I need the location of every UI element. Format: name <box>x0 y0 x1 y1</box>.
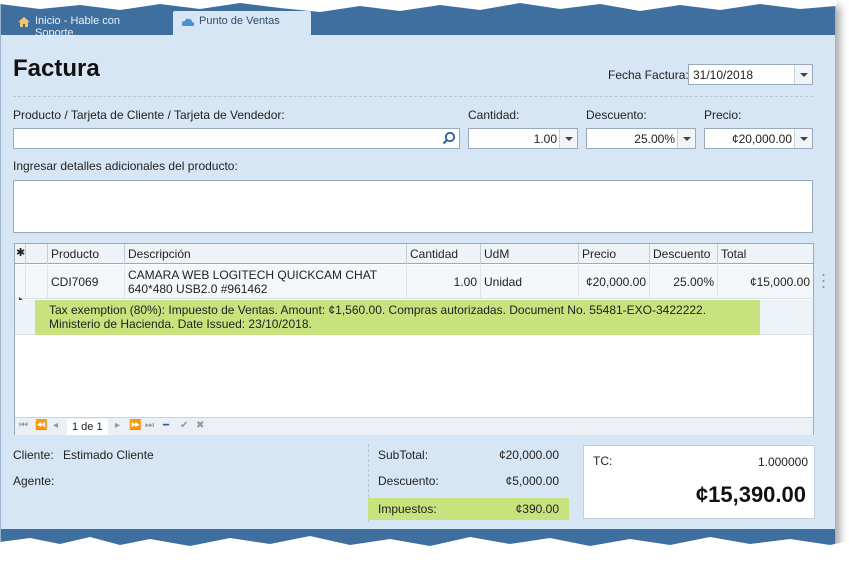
subtotal-label: SubTotal: <box>378 448 429 462</box>
cell-udm[interactable]: Unidad <box>481 265 579 299</box>
grid-header: ✱ Producto Descripción Cantidad UdM Prec… <box>15 244 813 264</box>
agente-label: Agente: <box>13 474 55 488</box>
impuestos-label: Impuestos: <box>378 502 437 516</box>
invoice-window: Inicio - Hable con Soporte Punto de Vent… <box>0 0 836 548</box>
col-header-cantidad[interactable]: Cantidad <box>407 244 481 264</box>
impuestos-value: ¢390.00 <box>515 502 559 516</box>
torn-edge-top <box>0 0 836 12</box>
prev-page-fast-icon[interactable]: ⏪ <box>35 420 47 431</box>
precio-spinner[interactable]: ¢20,000.00 <box>704 128 813 149</box>
descuento-spinner[interactable]: 25.00% <box>586 128 696 149</box>
fecha-factura-dropdown[interactable]: 31/10/2018 <box>688 64 813 85</box>
row-detail: Tax exemption (80%): Impuesto de Ventas.… <box>15 300 813 335</box>
producto-search-input[interactable] <box>13 128 460 149</box>
col-header-descripcion[interactable]: Descripción <box>125 244 407 264</box>
detalles-textarea[interactable] <box>13 180 813 233</box>
producto-label: Producto / Tarjeta de Cliente / Tarjeta … <box>13 108 285 122</box>
torn-edge-bottom <box>0 536 849 573</box>
grid-header-indicator <box>26 244 48 264</box>
descuento-total-row: Descuento: ¢5,000.00 <box>368 470 569 492</box>
cell-precio[interactable]: ¢20,000.00 <box>579 265 650 299</box>
page-title: Factura <box>13 55 100 82</box>
precio-label: Precio: <box>704 108 742 122</box>
col-header-precio[interactable]: Precio <box>579 244 650 264</box>
descuento-total-label: Descuento: <box>378 474 439 488</box>
cell-producto[interactable]: CDI7069 <box>48 265 125 299</box>
col-header-udm[interactable]: UdM <box>481 244 579 264</box>
fecha-factura-label: Fecha Factura: <box>608 68 689 82</box>
tab-home-label: Inicio - Hable con Soporte <box>35 15 120 39</box>
cell-cantidad[interactable]: 1.00 <box>407 265 481 299</box>
subtotal-value: ¢20,000.00 <box>498 448 559 462</box>
chevron-down-icon[interactable] <box>677 129 695 148</box>
search-icon <box>442 131 456 145</box>
grand-total-box: TC: 1.000000 ¢15,390.00 <box>583 445 815 519</box>
chevron-down-icon[interactable] <box>794 129 812 148</box>
descuento-label: Descuento: <box>586 108 647 122</box>
next-page-fast-icon[interactable]: ⏩ <box>129 420 141 431</box>
next-page-icon[interactable]: ▸ <box>115 420 120 431</box>
cantidad-label: Cantidad: <box>468 108 520 122</box>
header-divider <box>13 96 813 97</box>
table-row[interactable]: CDI7069 CAMARA WEB LOGITECH QUICKCAM CHA… <box>15 265 813 299</box>
totals-panel: SubTotal: ¢20,000.00 Descuento: ¢5,000.0… <box>368 444 569 522</box>
subtotal-row: SubTotal: ¢20,000.00 <box>368 444 569 466</box>
last-page-icon[interactable]: ⏭ <box>145 420 154 431</box>
descuento-value: 25.00% <box>634 132 675 146</box>
row-indicator-cell <box>26 265 48 299</box>
cliente-value: Estimado Cliente <box>63 448 154 462</box>
first-page-icon[interactable]: ⏮ <box>19 420 28 431</box>
detalles-label: Ingresar detalles adicionales del produc… <box>13 159 238 173</box>
chevron-down-icon[interactable] <box>794 65 812 84</box>
tc-label: TC: <box>593 454 613 468</box>
grand-total-value: ¢15,390.00 <box>695 482 806 507</box>
tc-value: 1.000000 <box>757 455 808 469</box>
cliente-label: Cliente: <box>13 448 54 462</box>
cantidad-value: 1.00 <box>533 132 557 146</box>
row-selector-cell <box>15 265 26 299</box>
cancel-icon[interactable]: ✖ <box>196 420 204 431</box>
chevron-down-icon[interactable] <box>559 129 577 148</box>
pager-page-indicator: 1 de 1 <box>67 419 108 435</box>
col-header-descuento[interactable]: Descuento <box>650 244 718 264</box>
fecha-factura-value: 31/10/2018 <box>693 68 754 82</box>
cell-total[interactable]: ¢15,000.00 <box>718 265 813 299</box>
search-button[interactable] <box>439 129 459 148</box>
precio-value: ¢20,000.00 <box>731 132 792 146</box>
accept-icon[interactable]: ✔ <box>180 420 188 431</box>
cell-descripcion[interactable]: CAMARA WEB LOGITECH QUICKCAM CHAT 640*48… <box>125 265 407 299</box>
cell-descuento[interactable]: 25.00% <box>650 265 718 299</box>
grid-scroll-grip-icon[interactable] <box>822 273 825 289</box>
col-header-producto[interactable]: Producto <box>48 244 125 264</box>
col-header-total[interactable]: Total <box>718 244 813 264</box>
prev-page-icon[interactable]: ◂ <box>53 420 58 431</box>
impuestos-row: Impuestos: ¢390.00 <box>368 498 569 520</box>
tax-exemption-note: Tax exemption (80%): Impuesto de Ventas.… <box>35 300 760 335</box>
invoice-lines-grid[interactable]: ✱ Producto Descripción Cantidad UdM Prec… <box>14 243 814 435</box>
grid-corner-icon[interactable]: ✱ <box>15 244 26 264</box>
cantidad-spinner[interactable]: 1.00 <box>468 128 578 149</box>
descuento-total-value: ¢5,000.00 <box>505 474 559 488</box>
grid-pager: ⏮ ⏪ ◂ 1 de 1 ▸ ⏩ ⏭ ━ ✔ ✖ <box>15 417 813 435</box>
delete-row-icon[interactable]: ━ <box>163 420 169 431</box>
